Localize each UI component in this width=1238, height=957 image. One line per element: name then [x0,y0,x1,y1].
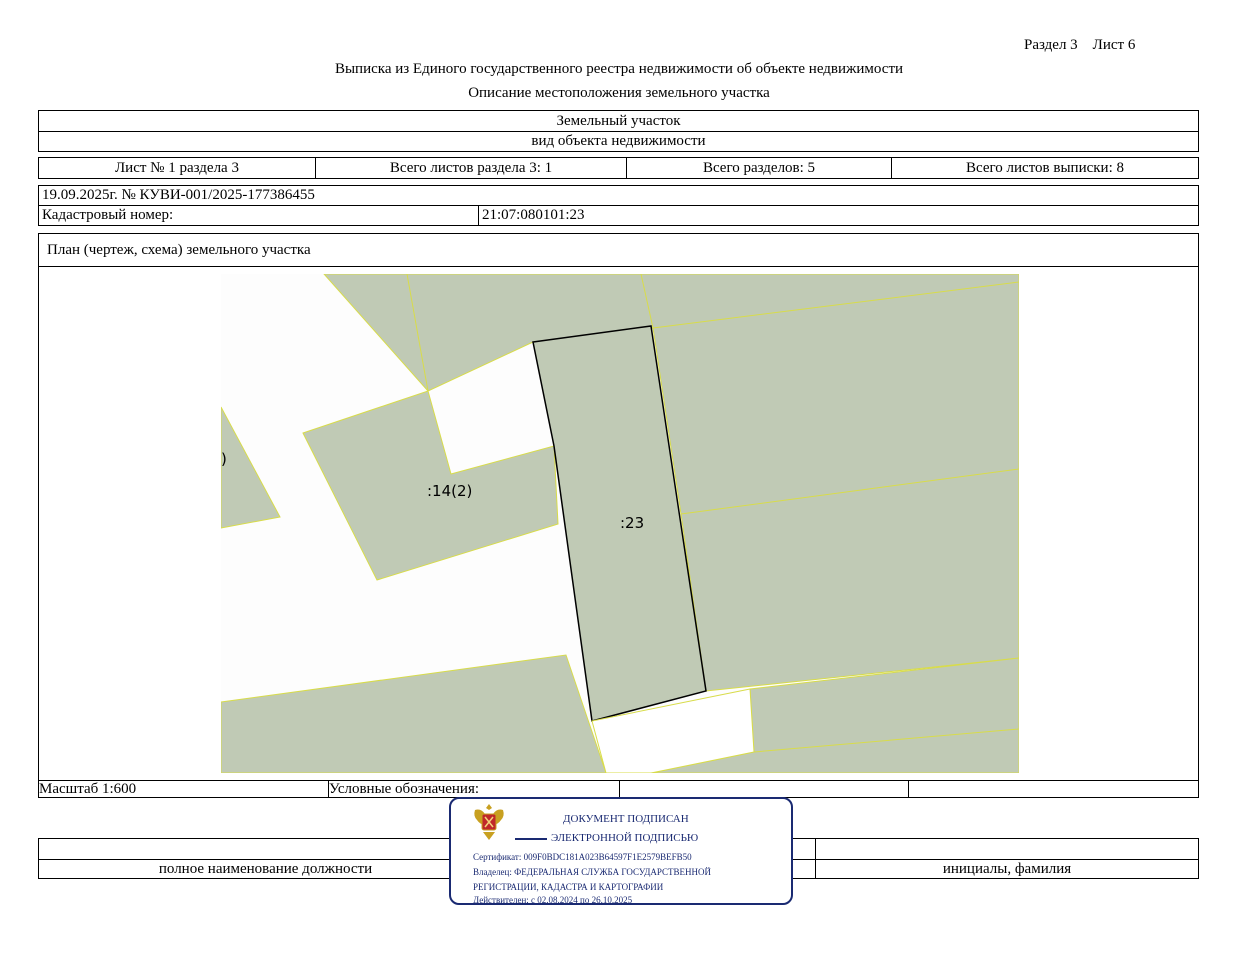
sheet-number: Лист № 1 раздела 3 [115,159,239,176]
sections-total: Всего разделов: 5 [702,159,816,176]
sections-total-cell: Всего разделов: 5 [626,157,892,179]
scale-cell: Масштаб 1:600 [38,780,329,798]
object-type: Земельный участок [556,112,681,129]
parcel-23-label: :23 [620,514,645,532]
record-number-cell: 19.09.2025г. № КУВИ-001/2025-177386455 [38,185,1199,206]
emblem-icon [474,804,504,840]
stamp-owner-1: Владелец: ФЕДЕРАЛЬНАЯ СЛУЖБА ГОСУДАРСТВЕ… [473,867,712,877]
plan-map: ) :14(2) :23 [221,274,1019,773]
extract-sheets-total: Всего листов выписки: 8 [966,159,1124,176]
object-type-caption: вид объекта недвижимости [531,133,706,149]
stamp-rule [515,838,547,840]
stamp-line-1: ДОКУМЕНТ ПОДПИСАН [563,813,689,825]
record-date-number: 19.09.2025г. № КУВИ-001/2025-177386455 [42,187,315,203]
object-type-cell: Земельный участок [38,110,1199,132]
legend-label: Условные обозначения: [329,780,480,797]
position-caption: полное наименование должности [158,860,373,877]
legend-empty-cell-1 [619,780,909,798]
parcel-left-edge [221,406,281,529]
position-caption-cell: полное наименование должности [38,859,493,879]
object-type-caption-cell: вид объекта недвижимости [38,131,1199,152]
stamp-owner-2: РЕГИСТРАЦИИ, КАДАСТРА И КАРТОГРАФИИ [473,882,664,892]
section-sheets-cell: Всего листов раздела 3: 1 [315,157,627,179]
section-sheets-total: Всего листов раздела 3: 1 [389,159,553,176]
stamp-valid: Действителен: с 02.08.2024 по 26.10.2025 [473,895,633,905]
legend-empty-cell-2 [908,780,1199,798]
plan-title-cell: План (чертеж, схема) земельного участка [38,233,1199,267]
stamp-line-2: ЭЛЕКТРОННОЙ ПОДПИСЬЮ [551,832,699,844]
legend-cell: Условные обозначения: [328,780,620,798]
name-blank-cell [815,838,1199,860]
sheet-number-cell: Лист № 1 раздела 3 [38,157,316,179]
signature-stamp: ДОКУМЕНТ ПОДПИСАН ЭЛЕКТРОННОЙ ПОДПИСЬЮ С… [449,797,793,905]
cadastral-label-cell: Кадастровый номер: [38,205,479,226]
name-caption-cell: инициалы, фамилия [815,859,1199,879]
section-sheet-label: Раздел 3 Лист 6 [1024,37,1136,53]
document-title: Выписка из Единого государственного реес… [334,61,904,77]
parcel-bottom-left [221,654,607,773]
scale-label: Масштаб 1:600 [39,780,137,797]
parcel-14-label: :14(2) [427,482,473,500]
cadastral-label: Кадастровый номер: [42,207,174,223]
plan-title: План (чертеж, схема) земельного участка [47,241,311,258]
extract-sheets-cell: Всего листов выписки: 8 [891,157,1199,179]
stamp-certificate: Сертификат: 009F0BDC181A023B64597F1E2579… [473,852,692,862]
name-caption: инициалы, фамилия [942,860,1072,877]
cadastral-value-cell: 21:07:080101:23 [478,205,1199,226]
cadastral-number: 21:07:080101:23 [482,207,585,223]
document-subtitle: Описание местоположения земельного участ… [468,85,770,101]
parcel-left-cut-label: ) [221,450,227,468]
position-blank-cell [38,838,493,860]
